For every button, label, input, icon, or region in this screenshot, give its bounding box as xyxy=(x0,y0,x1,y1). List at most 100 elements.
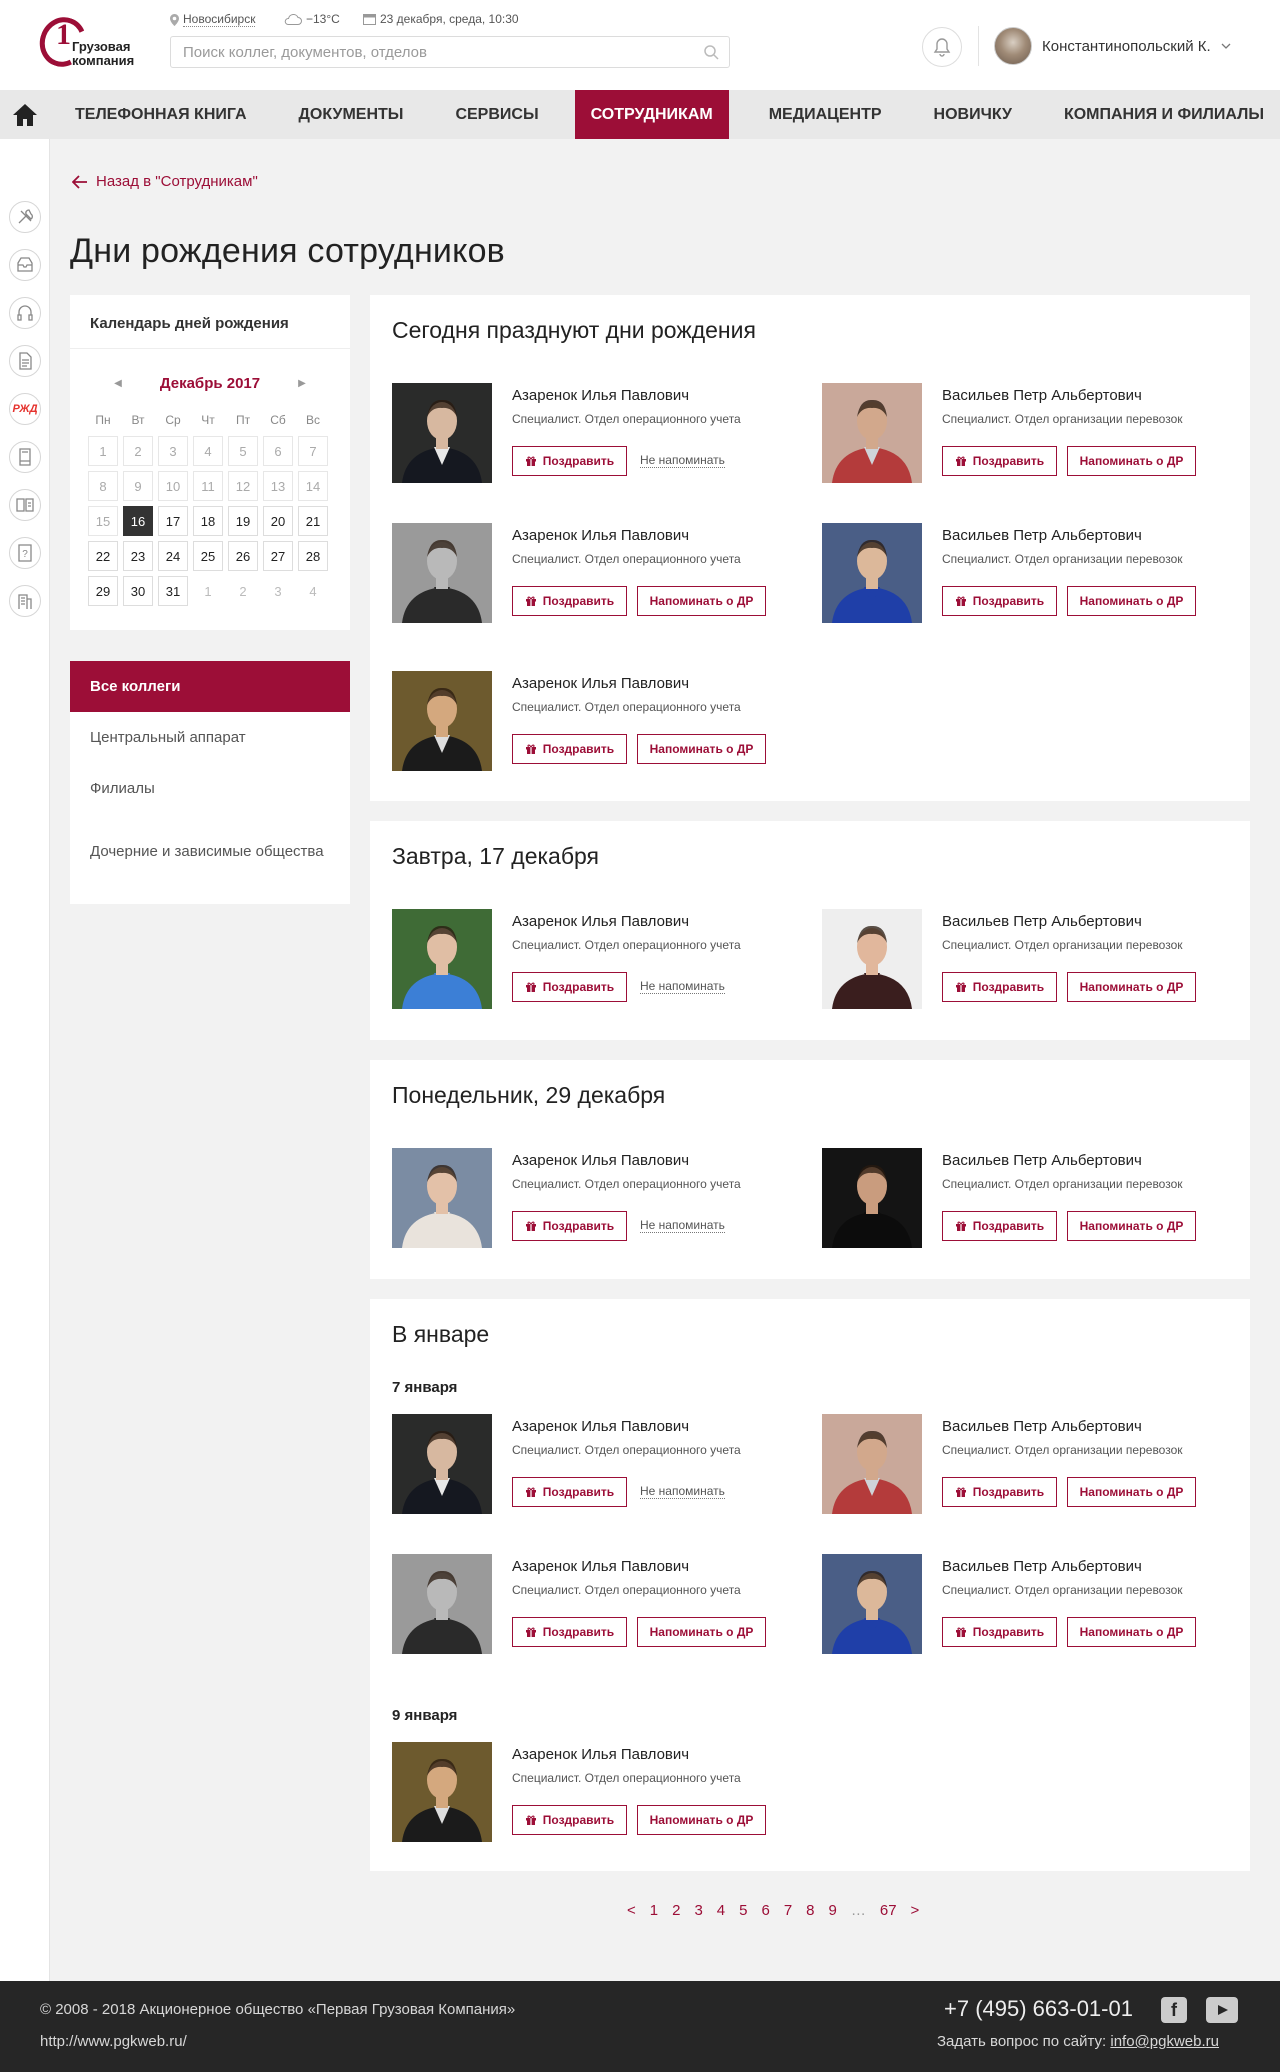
congratulate-button[interactable]: Поздравить xyxy=(512,1617,627,1647)
calendar-day[interactable]: 20 xyxy=(263,506,293,536)
calendar-day[interactable]: 2 xyxy=(123,436,153,466)
congratulate-button[interactable]: Поздравить xyxy=(512,1477,627,1507)
dont-remind-link[interactable]: Не напоминать xyxy=(640,1218,725,1233)
remind-button[interactable]: Напоминать о ДР xyxy=(637,734,766,764)
site-url[interactable]: http://www.pgkweb.ru/ xyxy=(40,2033,187,2050)
calendar-day[interactable]: 27 xyxy=(263,541,293,571)
employee-photo[interactable] xyxy=(392,523,492,623)
search-input[interactable] xyxy=(171,37,729,67)
prev-month-button[interactable]: ◀ xyxy=(114,378,122,389)
page-link[interactable]: 9 xyxy=(822,1902,844,1919)
remind-button[interactable]: Напоминать о ДР xyxy=(1067,1211,1196,1241)
book-icon[interactable] xyxy=(9,441,41,473)
calendar-day[interactable]: 25 xyxy=(193,541,223,571)
page-link[interactable]: 7 xyxy=(777,1902,799,1919)
back-link[interactable]: Назад в "Сотрудникам" xyxy=(72,173,258,190)
nav-mediacenter[interactable]: Медиацентр xyxy=(743,90,908,139)
remind-button[interactable]: Напоминать о ДР xyxy=(637,1805,766,1835)
calendar-day[interactable]: 12 xyxy=(228,471,258,501)
calendar-day[interactable]: 5 xyxy=(228,436,258,466)
user-menu[interactable]: Константинопольский К. xyxy=(994,27,1231,65)
remind-button[interactable]: Напоминать о ДР xyxy=(1067,972,1196,1002)
calendar-day[interactable]: 21 xyxy=(298,506,328,536)
search-icon[interactable] xyxy=(704,45,719,60)
remind-button[interactable]: Напоминать о ДР xyxy=(1067,446,1196,476)
city-name[interactable]: Новосибирск xyxy=(183,12,256,27)
help-icon[interactable]: ? xyxy=(9,537,41,569)
congratulate-button[interactable]: Поздравить xyxy=(942,1617,1057,1647)
facebook-icon[interactable]: f xyxy=(1161,1997,1187,2023)
calendar-day[interactable]: 10 xyxy=(158,471,188,501)
headset-icon[interactable] xyxy=(9,297,41,329)
calendar-day-next-month[interactable]: 3 xyxy=(263,576,293,606)
employee-photo[interactable] xyxy=(822,1148,922,1248)
employee-photo[interactable] xyxy=(392,909,492,1009)
employee-name[interactable]: Васильев Петр Альбертович xyxy=(942,1152,1142,1169)
documents-icon[interactable] xyxy=(9,345,41,377)
page-link[interactable]: 3 xyxy=(687,1902,709,1919)
calendar-day[interactable]: 9 xyxy=(123,471,153,501)
page-link[interactable]: 67 xyxy=(873,1902,904,1919)
filter-all[interactable]: Все коллеги xyxy=(70,661,350,712)
employee-photo[interactable] xyxy=(822,1414,922,1514)
congratulate-button[interactable]: Поздравить xyxy=(512,972,627,1002)
remind-button[interactable]: Напоминать о ДР xyxy=(1067,586,1196,616)
calendar-day[interactable]: 26 xyxy=(228,541,258,571)
calendar-day-next-month[interactable]: 1 xyxy=(193,576,223,606)
calendar-day[interactable]: 23 xyxy=(123,541,153,571)
dont-remind-link[interactable]: Не напоминать xyxy=(640,453,725,468)
employee-name[interactable]: Васильев Петр Альбертович xyxy=(942,1418,1142,1435)
employee-photo[interactable] xyxy=(392,1148,492,1248)
remind-button[interactable]: Напоминать о ДР xyxy=(637,1617,766,1647)
building-icon[interactable] xyxy=(9,585,41,617)
library-icon[interactable] xyxy=(9,489,41,521)
page-link[interactable]: 6 xyxy=(754,1902,776,1919)
employee-photo[interactable] xyxy=(822,383,922,483)
employee-name[interactable]: Азаренок Илья Павлович xyxy=(512,387,689,404)
employee-name[interactable]: Васильев Петр Альбертович xyxy=(942,1558,1142,1575)
calendar-day[interactable]: 7 xyxy=(298,436,328,466)
calendar-day[interactable]: 15 xyxy=(88,506,118,536)
calendar-day[interactable]: 18 xyxy=(193,506,223,536)
calendar-day[interactable]: 6 xyxy=(263,436,293,466)
employee-photo[interactable] xyxy=(822,909,922,1009)
nav-documents[interactable]: Документы xyxy=(273,90,430,139)
nav-phonebook[interactable]: Телефонная книга xyxy=(49,90,273,139)
inbox-icon[interactable] xyxy=(9,249,41,281)
calendar-day[interactable]: 11 xyxy=(193,471,223,501)
filter-branches[interactable]: Филиалы xyxy=(70,763,350,814)
prev-page-button[interactable]: < xyxy=(620,1902,643,1919)
congratulate-button[interactable]: Поздравить xyxy=(942,1477,1057,1507)
employee-name[interactable]: Азаренок Илья Павлович xyxy=(512,527,689,544)
calendar-day[interactable]: 13 xyxy=(263,471,293,501)
page-link[interactable]: 5 xyxy=(732,1902,754,1919)
calendar-day[interactable]: 1 xyxy=(88,436,118,466)
employee-photo[interactable] xyxy=(822,523,922,623)
calendar-day[interactable]: 17 xyxy=(158,506,188,536)
employee-photo[interactable] xyxy=(392,1414,492,1514)
employee-name[interactable]: Азаренок Илья Павлович xyxy=(512,913,689,930)
calendar-day-next-month[interactable]: 4 xyxy=(298,576,328,606)
employee-name[interactable]: Азаренок Илья Павлович xyxy=(512,1558,689,1575)
youtube-icon[interactable] xyxy=(1206,1997,1238,2023)
calendar-day[interactable]: 28 xyxy=(298,541,328,571)
congratulate-button[interactable]: Поздравить xyxy=(512,1805,627,1835)
calendar-day[interactable]: 29 xyxy=(88,576,118,606)
congratulate-button[interactable]: Поздравить xyxy=(942,586,1057,616)
calendar-day[interactable]: 24 xyxy=(158,541,188,571)
employee-name[interactable]: Азаренок Илья Павлович xyxy=(512,675,689,692)
tools-icon[interactable] xyxy=(9,201,41,233)
page-link[interactable]: 2 xyxy=(665,1902,687,1919)
company-logo[interactable]: 1 Грузовая компания xyxy=(32,10,148,74)
employee-name[interactable]: Васильев Петр Альбертович xyxy=(942,387,1142,404)
calendar-day[interactable]: 31 xyxy=(158,576,188,606)
next-page-button[interactable]: > xyxy=(904,1902,927,1919)
employee-photo[interactable] xyxy=(392,671,492,771)
employee-name[interactable]: Васильев Петр Альбертович xyxy=(942,913,1142,930)
home-button[interactable] xyxy=(0,90,49,139)
calendar-day[interactable]: 3 xyxy=(158,436,188,466)
avatar[interactable] xyxy=(994,27,1032,65)
dont-remind-link[interactable]: Не напоминать xyxy=(640,1484,725,1499)
filter-subsidiaries[interactable]: Дочерние и зависимые общества xyxy=(70,814,350,888)
rzd-logo-icon[interactable]: РЖД xyxy=(9,393,41,425)
